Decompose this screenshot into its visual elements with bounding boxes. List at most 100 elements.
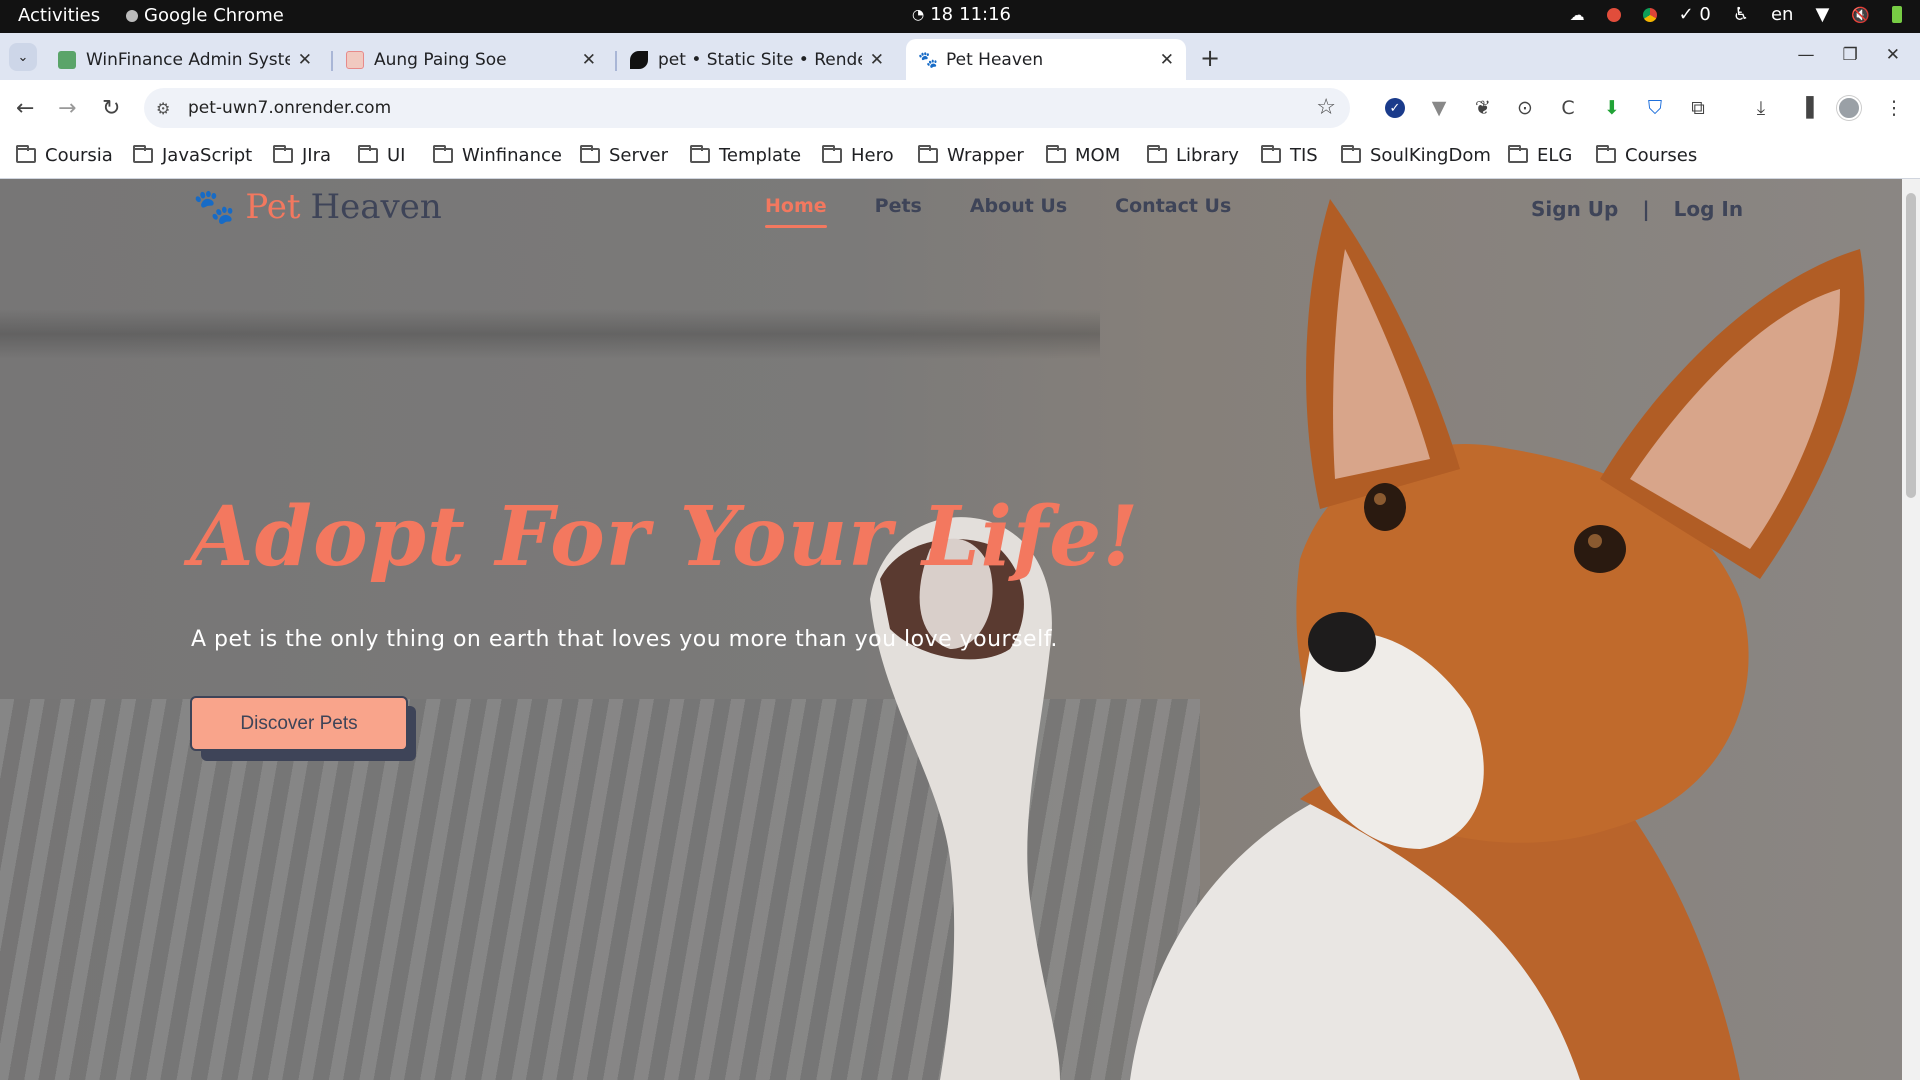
app-menu[interactable]: Google Chrome — [126, 5, 284, 26]
bookmark-label: JavaScript — [162, 145, 253, 166]
reload-button[interactable]: ↻ — [102, 96, 120, 121]
chrome-tray-icon[interactable] — [1642, 7, 1657, 22]
nav-home[interactable]: Home — [765, 195, 827, 228]
volume-icon[interactable]: 🔇 — [1851, 6, 1870, 24]
bookmark-label: SoulKingDom — [1370, 145, 1491, 166]
bookmark-folder[interactable]: Wrapper — [918, 145, 1024, 166]
nav-pets[interactable]: Pets — [875, 195, 922, 217]
folder-icon — [433, 145, 453, 163]
tab-aung-paing-soe[interactable]: Aung Paing Soe ✕ — [334, 39, 608, 80]
bookmark-folder[interactable]: Template — [690, 145, 801, 166]
tab-winfinance[interactable]: WinFinance Admin System ✕ — [46, 39, 324, 80]
site-logo[interactable]: 🐾 Pet Heaven — [193, 187, 442, 227]
url-text[interactable]: pet-uwn7.onrender.com — [188, 98, 391, 118]
page-scrollbar[interactable] — [1902, 179, 1920, 1080]
minimize-icon[interactable]: — — [1798, 45, 1815, 65]
nav-about-us[interactable]: About Us — [970, 195, 1067, 217]
bookmark-folder[interactable]: SoulKingDom — [1341, 145, 1491, 166]
bookmark-label: Server — [609, 145, 669, 166]
bookmark-folder[interactable]: MOM — [1046, 145, 1120, 166]
avatar[interactable] — [1837, 96, 1861, 120]
bookmark-folder[interactable]: JIra — [273, 145, 331, 166]
time: 11:16 — [959, 4, 1011, 25]
bookmark-folder[interactable]: Coursia — [16, 145, 113, 166]
discover-pets-button[interactable]: Discover Pets — [190, 696, 408, 751]
tab-strip: ⌄ WinFinance Admin System ✕ Aung Paing S… — [0, 33, 1920, 80]
notification-icon: ◔ — [912, 6, 925, 23]
tasks-indicator[interactable]: ✓ 0 — [1679, 4, 1711, 25]
close-icon[interactable]: ✕ — [1160, 50, 1174, 70]
vue-devtools-icon[interactable]: ▼ — [1427, 96, 1451, 120]
battery-icon[interactable] — [1892, 6, 1902, 23]
bookmark-star-icon[interactable]: ☆ — [1316, 95, 1336, 120]
bookmark-label: Winfinance — [462, 145, 562, 166]
tab-title: Aung Paing Soe — [374, 49, 507, 70]
bookmark-label: Wrapper — [947, 145, 1024, 166]
accessibility-icon[interactable]: ♿ — [1733, 4, 1749, 25]
nav-contact-us[interactable]: Contact Us — [1115, 195, 1231, 217]
checkmark-extension-icon[interactable]: ✓ — [1383, 96, 1407, 120]
bookmark-folder[interactable]: TIS — [1261, 145, 1318, 166]
bookmark-folder[interactable]: UI — [358, 145, 405, 166]
tab-search-button[interactable]: ⌄ — [9, 43, 37, 71]
folder-icon — [1046, 145, 1066, 163]
bookmark-folder[interactable]: Courses — [1596, 145, 1697, 166]
tab-title: WinFinance Admin System — [86, 49, 290, 70]
clock[interactable]: ◔ 18 11:16 — [912, 4, 1011, 25]
close-icon[interactable]: ✕ — [298, 50, 312, 70]
bookmark-label: Coursia — [45, 145, 113, 166]
app-name: Google Chrome — [144, 5, 284, 26]
language-indicator[interactable]: en — [1771, 4, 1793, 25]
download-extension-icon[interactable]: ⬇ — [1600, 96, 1624, 120]
logo-word-heaven: Heaven — [310, 187, 442, 227]
css-extension-icon[interactable]: C — [1556, 96, 1580, 120]
tasks-count: 0 — [1699, 4, 1711, 25]
profile-icon — [346, 50, 364, 69]
log-in-link[interactable]: Log In — [1674, 197, 1743, 221]
side-panel-icon[interactable]: ▐ — [1794, 96, 1818, 120]
bookmark-folder[interactable]: Hero — [822, 145, 894, 166]
folder-icon — [273, 145, 293, 163]
bookmark-folder[interactable]: Library — [1147, 145, 1239, 166]
bookmark-folder[interactable]: ELG — [1508, 145, 1572, 166]
restore-icon[interactable]: ❐ — [1843, 45, 1858, 65]
bookmark-folder[interactable]: Winfinance — [433, 145, 562, 166]
new-tab-button[interactable]: + — [1200, 44, 1220, 72]
bookmark-label: MOM — [1075, 145, 1121, 166]
close-window-icon[interactable]: ✕ — [1886, 45, 1900, 65]
extensions-puzzle-icon[interactable]: ⧉ — [1686, 96, 1710, 120]
redux-devtools-icon[interactable]: ❦ — [1471, 96, 1495, 120]
site-settings-icon[interactable]: ⚙ — [156, 99, 176, 118]
bookmark-label: JIra — [302, 145, 332, 166]
cloud-icon[interactable]: ☁ — [1570, 6, 1585, 24]
date: 18 — [930, 4, 954, 25]
extension-tray-icon[interactable] — [1606, 7, 1621, 22]
tab-separator — [615, 51, 617, 71]
bookmark-label: Template — [719, 145, 802, 166]
downloads-icon[interactable]: ⤓ — [1749, 96, 1773, 120]
folder-icon — [580, 145, 600, 163]
bookmark-folder[interactable]: JavaScript — [133, 145, 252, 166]
scrollbar-thumb[interactable] — [1906, 193, 1916, 498]
render-icon — [630, 50, 648, 69]
back-button[interactable]: ← — [16, 96, 34, 121]
window-controls: — ❐ ✕ — [1798, 45, 1901, 65]
sign-up-link[interactable]: Sign Up — [1531, 197, 1618, 221]
menu-kebab-icon[interactable]: ⋮ — [1882, 96, 1906, 120]
bookmark-label: UI — [387, 145, 406, 166]
tab-pet-heaven[interactable]: 🐾 Pet Heaven ✕ — [906, 39, 1186, 80]
folder-icon — [822, 145, 842, 163]
close-icon[interactable]: ✕ — [870, 50, 884, 70]
folder-icon — [358, 145, 378, 163]
folder-icon — [133, 145, 153, 163]
shield-icon[interactable]: ⛉ — [1643, 96, 1667, 120]
activities-button[interactable]: Activities — [18, 5, 100, 26]
wifi-icon[interactable]: ▼ — [1815, 4, 1829, 25]
bookmark-folder[interactable]: Server — [580, 145, 668, 166]
forward-button[interactable]: → — [58, 96, 76, 121]
tab-render[interactable]: pet • Static Site • Render ✕ — [618, 39, 896, 80]
close-icon[interactable]: ✕ — [582, 50, 596, 70]
address-bar[interactable]: ⚙ pet-uwn7.onrender.com ☆ — [144, 88, 1350, 128]
code-extension-icon[interactable]: ⊙ — [1513, 96, 1537, 120]
tab-title: Pet Heaven — [946, 49, 1044, 70]
